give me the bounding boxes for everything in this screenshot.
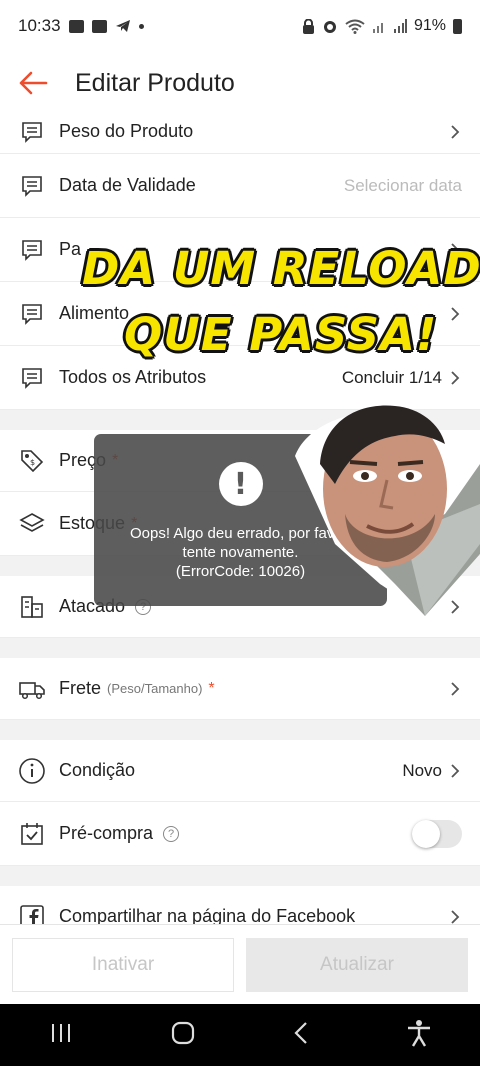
signal-icon [393, 19, 407, 33]
exclamation-icon: ! [218, 462, 263, 506]
row-peso-produto[interactable]: Peso do Produto [0, 110, 480, 154]
date-placeholder: Selecionar data [343, 175, 462, 195]
row-label: Alimento [59, 303, 130, 323]
section-gap [0, 720, 480, 740]
meme-caption-line: QUE PASSA! [124, 308, 438, 361]
notification-icon [91, 19, 107, 33]
status-right: 91% [302, 17, 462, 35]
svg-text:$: $ [30, 458, 35, 467]
list-doc-icon [18, 118, 46, 146]
row-label: Data de Validade [59, 175, 196, 195]
row-frete[interactable]: Frete (Peso/Tamanho) * [0, 658, 480, 720]
telegram-icon [115, 20, 130, 32]
person-cutout-image [295, 384, 480, 616]
chevron-right-icon [450, 124, 462, 140]
row-data-validade[interactable]: Data de Validade Selecionar data [0, 154, 480, 218]
pre-compra-toggle[interactable] [412, 819, 462, 848]
calendar-check-icon [18, 820, 46, 848]
section-gap [0, 638, 480, 658]
notification-icon [68, 19, 84, 33]
info-icon [18, 757, 46, 785]
status-time: 10:33 [18, 16, 61, 35]
lock-icon [302, 18, 314, 34]
list-doc-icon [18, 300, 46, 328]
recents-icon[interactable] [49, 1022, 73, 1049]
truck-icon [18, 675, 46, 703]
row-sublabel: (Peso/Tamanho) [107, 681, 203, 696]
inativar-button[interactable]: Inativar [12, 937, 234, 992]
toggle-knob [412, 819, 440, 848]
section-gap [0, 866, 480, 886]
home-icon[interactable] [170, 1020, 196, 1051]
help-icon[interactable]: ? [163, 825, 180, 842]
chevron-right-icon [450, 763, 462, 779]
battery-percent: 91% [413, 17, 446, 34]
row-condicao[interactable]: Condição Novo [0, 740, 480, 802]
condition-value: Novo [402, 760, 442, 780]
status-left: 10:33 [18, 16, 144, 36]
signal-icon [372, 23, 383, 33]
back-icon[interactable] [293, 1021, 309, 1050]
status-bar: 10:33 91% [0, 0, 480, 52]
battery-icon [453, 18, 462, 34]
row-label: Pré-compra [59, 823, 154, 843]
arrow-left-icon [19, 71, 48, 95]
bottom-action-bar: Inativar Atualizar [0, 924, 480, 1004]
layers-icon [18, 510, 46, 538]
accessibility-icon[interactable] [406, 1019, 432, 1052]
chevron-right-icon [450, 909, 462, 925]
atualizar-button[interactable]: Atualizar [246, 937, 468, 992]
chevron-right-icon [450, 681, 462, 697]
dot-icon [138, 23, 144, 29]
meme-caption-line: DA UM RELOAD [82, 242, 480, 295]
row-label: Condição [59, 760, 136, 780]
back-button[interactable] [0, 52, 66, 114]
row-label: Peso do Produto [59, 121, 194, 141]
row-label: Pa [59, 239, 82, 259]
chevron-right-icon [450, 306, 462, 322]
app-header: Editar Produto [0, 52, 480, 114]
alarm-icon [323, 21, 336, 33]
row-pre-compra: Pré-compra ? [0, 802, 480, 866]
row-label: Todos os Atributos [59, 367, 207, 387]
row-label: Frete [59, 678, 102, 698]
list-doc-icon [18, 236, 46, 264]
building-icon [18, 593, 46, 621]
page-title: Editar Produto [75, 68, 235, 97]
list-doc-icon [18, 172, 46, 200]
price-tag-icon: $ [18, 447, 46, 475]
system-nav-bar [0, 1004, 480, 1066]
wifi-icon [345, 19, 365, 34]
required-mark: * [208, 679, 215, 697]
list-doc-icon [18, 364, 46, 392]
